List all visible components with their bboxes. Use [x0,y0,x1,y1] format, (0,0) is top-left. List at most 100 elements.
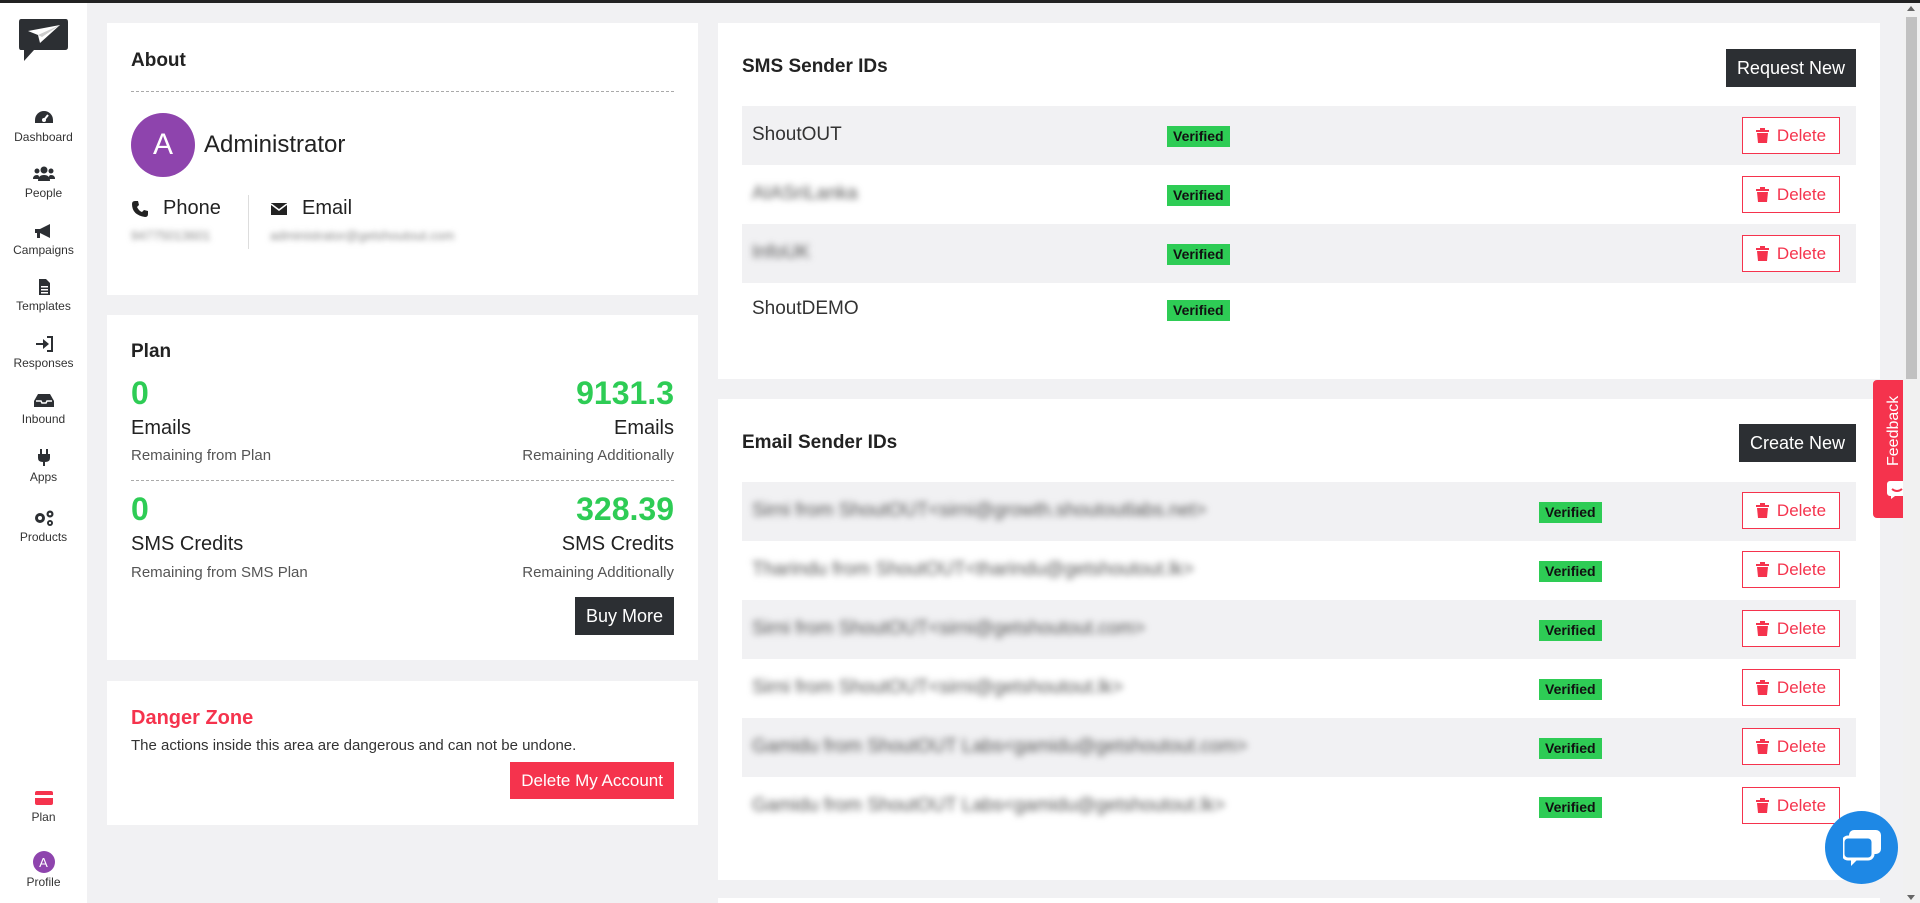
trash-icon [1755,680,1769,695]
chat-launcher-button[interactable] [1825,811,1898,884]
divider [131,91,674,92]
emails-plan-value: 0 [131,375,149,411]
sender-name: Gamidu from ShoutOUT Labs<gamidu@getshou… [752,795,1226,816]
status-badge: Verified [1539,738,1602,759]
delete-account-button[interactable]: Delete My Account [510,762,674,799]
scrollbar-thumb[interactable] [1906,17,1917,379]
sign-in-icon [33,335,55,353]
sender-name: ShoutDEMO [752,298,859,319]
sender-name: Sirni from ShoutOUT<sirni@growth.shoutou… [752,500,1207,521]
sidebar: Dashboard People Campaigns Templates Res… [0,3,87,903]
plug-icon [33,449,55,467]
about-title: About [131,50,186,71]
delete-label: Delete [1776,125,1827,145]
status-badge: Verified [1539,797,1602,818]
sidebar-item-label: Profile [26,875,61,889]
credit-card-icon [33,789,55,807]
sidebar-item-inbound[interactable]: Inbound [0,391,87,426]
status-badge: Verified [1539,620,1602,641]
trash-icon [1755,739,1769,754]
sidebar-item-responses[interactable]: Responses [0,335,87,370]
status-badge: Verified [1539,502,1602,523]
delete-button[interactable]: Delete [1742,728,1840,765]
delete-button[interactable]: Delete [1742,551,1840,588]
sidebar-item-apps[interactable]: Apps [0,449,87,484]
sidebar-item-label: Apps [29,470,58,484]
delete-label: Delete [1776,243,1827,263]
delete-label: Delete [1776,184,1827,204]
sender-name: Sirni from ShoutOUT<sirni@getshoutout.lk… [752,677,1123,698]
divider [131,480,674,481]
table-row: Sirni from ShoutOUT<sirni@growth.shoutou… [742,482,1856,541]
document-icon [33,278,55,296]
sms-plan-unit: SMS Credits [131,533,244,555]
table-row: InfoUK Verified Delete [742,224,1856,283]
table-row: AIASriLanka Verified Delete [742,165,1856,224]
sidebar-item-label: Responses [13,356,74,370]
scroll-up-arrow-icon[interactable] [1907,6,1915,11]
trash-icon [1755,246,1769,261]
sidebar-item-products[interactable]: Products [0,509,87,544]
sidebar-item-label: Products [19,530,68,544]
sms-additional-caption: Remaining Additionally [522,564,674,581]
delete-button[interactable]: Delete [1742,235,1840,272]
gears-icon [33,509,55,527]
request-new-button[interactable]: Request New [1725,49,1856,87]
delete-button[interactable]: Delete [1742,610,1840,647]
email-value: administrator@getshoutout.com [270,228,455,243]
divider [248,195,249,249]
trash-icon [1755,187,1769,202]
shoutout-logo[interactable] [18,17,69,63]
delete-label: Delete [1776,500,1827,520]
next-card-edge [718,898,1880,903]
delete-button[interactable]: Delete [1742,492,1840,529]
sidebar-item-plan[interactable]: Plan [0,789,87,824]
status-badge: Verified [1167,300,1230,321]
delete-button[interactable]: Delete [1742,176,1840,213]
about-card: About A Administrator Phone 94775013601 … [107,23,698,295]
table-row: Gamidu from ShoutOUT Labs<gamidu@getshou… [742,718,1856,777]
delete-button[interactable]: Delete [1742,117,1840,154]
sender-name: Gamidu from ShoutOUT Labs<gamidu@getshou… [752,736,1248,757]
avatar: A [131,113,195,177]
email-heading: Email [270,197,352,220]
delete-button[interactable]: Delete [1742,787,1840,824]
buy-more-button[interactable]: Buy More [574,597,674,635]
scroll-down-arrow-icon[interactable] [1907,895,1915,900]
create-new-button[interactable]: Create New [1738,424,1856,462]
status-badge: Verified [1167,244,1230,265]
sms-additional-unit: SMS Credits [561,533,674,555]
feedback-label: Feedback [1885,395,1902,466]
trash-icon [1755,562,1769,577]
sidebar-item-label: Plan [31,810,56,824]
sidebar-item-dashboard[interactable]: Dashboard [0,109,87,144]
user-name: Administrator [204,131,346,158]
sidebar-item-label: Campaigns [13,243,74,257]
status-badge: Verified [1167,126,1230,147]
envelope-icon [270,202,288,215]
status-badge: Verified [1539,561,1602,582]
sidebar-item-label: Templates [16,299,71,313]
trash-icon [1755,798,1769,813]
sidebar-item-people[interactable]: People [0,165,87,200]
sidebar-item-campaigns[interactable]: Campaigns [0,222,87,257]
danger-zone-title: Danger Zone [131,707,254,729]
sender-name: InfoUK [752,242,811,263]
scrollbar[interactable] [1903,3,1920,903]
delete-button[interactable]: Delete [1742,669,1840,706]
sms-additional-value: 328.39 [576,491,674,527]
phone-value: 94775013601 [131,228,211,243]
chat-icon [1842,829,1881,866]
phone-heading: Phone [131,197,221,220]
danger-zone-description: The actions inside this area are dangero… [131,737,577,754]
sidebar-item-templates[interactable]: Templates [0,278,87,313]
sender-name: ShoutOUT [752,124,842,145]
top-border [0,0,1920,3]
table-row: Sirni from ShoutOUT<sirni@getshoutout.co… [742,600,1856,659]
sidebar-item-label: People [24,186,63,200]
sender-name: Sirni from ShoutOUT<sirni@getshoutout.co… [752,618,1146,639]
danger-zone-card: Danger Zone The actions inside this area… [107,681,698,825]
delete-label: Delete [1776,677,1827,697]
sidebar-item-profile[interactable]: A Profile [0,851,87,889]
profile-avatar: A [32,851,55,873]
